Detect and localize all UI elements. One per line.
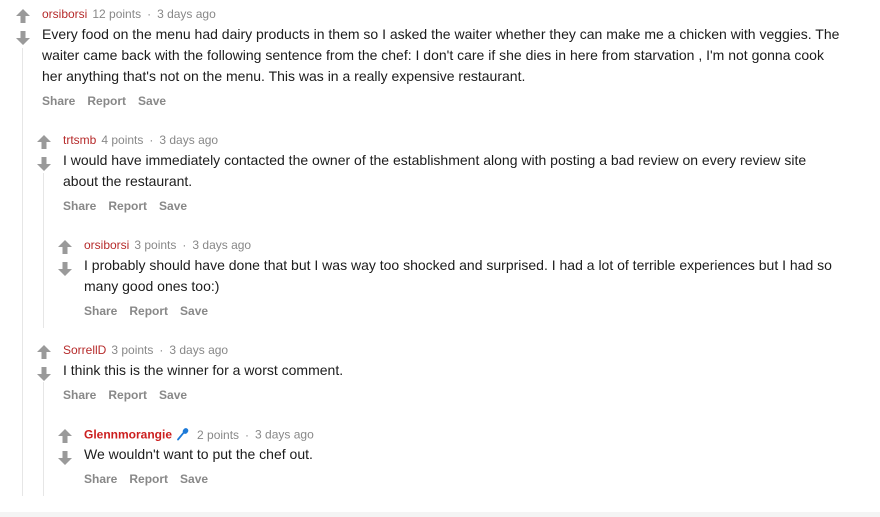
- upvote-arrow-icon[interactable]: [57, 239, 73, 255]
- separator: ·: [159, 343, 164, 357]
- bottom-divider: [0, 512, 880, 517]
- upvote-arrow-icon[interactable]: [36, 344, 52, 360]
- comment-meta: orsiborsi 3 points · 3 days ago: [84, 238, 251, 252]
- author-link[interactable]: trtsmb: [63, 133, 96, 147]
- comment-meta: SorrellD 3 points · 3 days ago: [63, 343, 228, 357]
- comment-actions: Share Report Save: [84, 304, 220, 318]
- upvote-arrow-icon[interactable]: [57, 428, 73, 444]
- comment-body: I probably should have done that but I w…: [84, 257, 832, 294]
- timestamp[interactable]: 3 days ago: [169, 343, 228, 357]
- comment-actions: Share Report Save: [63, 388, 199, 402]
- save-button[interactable]: Save: [159, 199, 187, 213]
- points: 12 points: [92, 7, 142, 21]
- comment-body: We wouldn't want to put the chef out.: [84, 446, 313, 462]
- thread-line-level-1: [43, 173, 44, 328]
- comment-body: I would have immediately contacted the o…: [63, 152, 807, 189]
- vote-column: [15, 8, 35, 46]
- separator: ·: [182, 238, 187, 252]
- share-button[interactable]: Share: [84, 304, 117, 318]
- upvote-arrow-icon[interactable]: [36, 134, 52, 150]
- downvote-arrow-icon[interactable]: [36, 366, 52, 382]
- report-button[interactable]: Report: [129, 472, 168, 486]
- vote-column: [57, 428, 77, 466]
- share-button[interactable]: Share: [42, 94, 75, 108]
- share-button[interactable]: Share: [63, 388, 96, 402]
- comment-body: Every food on the menu had dairy product…: [42, 26, 840, 84]
- timestamp[interactable]: 3 days ago: [255, 428, 314, 442]
- comment-meta: trtsmb 4 points · 3 days ago: [63, 133, 218, 147]
- author-link[interactable]: orsiborsi: [84, 238, 129, 252]
- points: 3 points: [134, 238, 177, 252]
- comment-actions: Share Report Save: [84, 472, 220, 486]
- share-button[interactable]: Share: [84, 472, 117, 486]
- author-link[interactable]: SorrellD: [63, 343, 106, 357]
- comment-meta: orsiborsi 12 points · 3 days ago: [42, 7, 216, 21]
- downvote-arrow-icon[interactable]: [57, 261, 73, 277]
- comment-actions: Share Report Save: [63, 199, 199, 213]
- points: 4 points: [101, 133, 144, 147]
- save-button[interactable]: Save: [138, 94, 166, 108]
- points: 3 points: [111, 343, 154, 357]
- upvote-arrow-icon[interactable]: [15, 8, 31, 24]
- separator: ·: [149, 133, 154, 147]
- comment-body: I think this is the winner for a worst c…: [63, 362, 344, 378]
- vote-column: [36, 134, 56, 172]
- comment-actions: Share Report Save: [42, 94, 178, 108]
- author-link[interactable]: Glennmorangie: [84, 428, 172, 442]
- points: 2 points: [197, 427, 240, 442]
- downvote-arrow-icon[interactable]: [36, 156, 52, 172]
- thread-line-level-0: [22, 48, 23, 496]
- author-link[interactable]: orsiborsi: [42, 7, 87, 21]
- report-button[interactable]: Report: [87, 94, 126, 108]
- share-button[interactable]: Share: [63, 199, 96, 213]
- vote-column: [36, 344, 56, 382]
- comment-meta: Glennmorangie 2 points · 3 days ago: [84, 427, 314, 444]
- report-button[interactable]: Report: [129, 304, 168, 318]
- downvote-arrow-icon[interactable]: [57, 450, 73, 466]
- microphone-icon: [176, 427, 190, 444]
- separator: ·: [147, 7, 152, 21]
- report-button[interactable]: Report: [108, 388, 147, 402]
- timestamp[interactable]: 3 days ago: [192, 238, 251, 252]
- save-button[interactable]: Save: [159, 388, 187, 402]
- separator: ·: [245, 427, 250, 442]
- timestamp[interactable]: 3 days ago: [159, 133, 218, 147]
- downvote-arrow-icon[interactable]: [15, 30, 31, 46]
- timestamp[interactable]: 3 days ago: [157, 7, 216, 21]
- save-button[interactable]: Save: [180, 304, 208, 318]
- thread-line-level-1: [43, 382, 44, 496]
- save-button[interactable]: Save: [180, 472, 208, 486]
- report-button[interactable]: Report: [108, 199, 147, 213]
- vote-column: [57, 239, 77, 277]
